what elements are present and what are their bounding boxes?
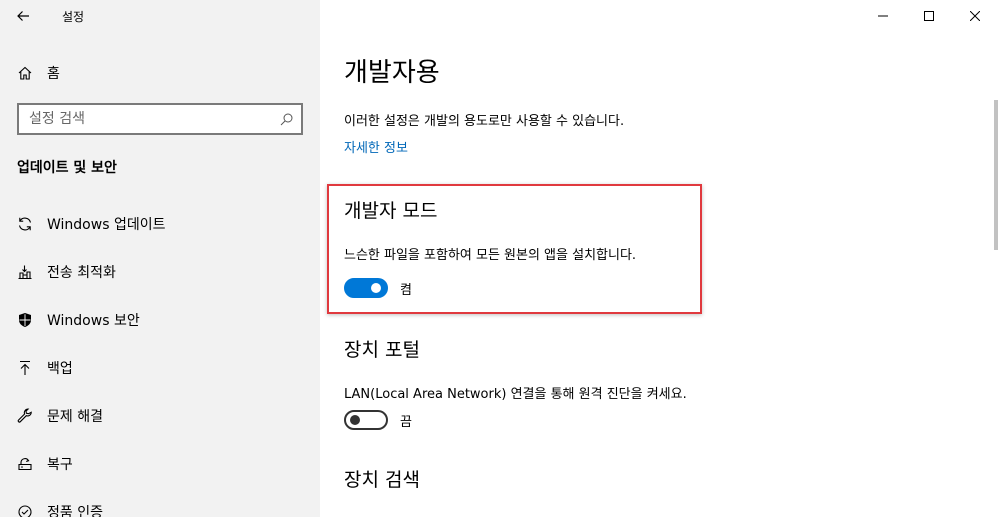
toggle-knob xyxy=(371,283,381,293)
maximize-icon xyxy=(924,11,934,21)
sidebar-item-label: 백업 xyxy=(47,361,73,377)
sidebar-item-delivery-optimization[interactable]: 전송 최적화 xyxy=(0,248,320,296)
app-title: 설정 xyxy=(62,9,85,24)
toggle-knob xyxy=(350,415,360,425)
device-discovery-title: 장치 검색 xyxy=(344,469,420,491)
activation-icon xyxy=(17,504,33,517)
scrollbar[interactable] xyxy=(994,100,998,250)
device-portal-title: 장치 포털 xyxy=(344,339,420,361)
home-icon xyxy=(17,65,33,81)
developer-mode-toggle-row: 켬 xyxy=(344,278,412,298)
section-title: 업데이트 및 보안 xyxy=(17,160,117,176)
more-info-link[interactable]: 자세한 정보 xyxy=(344,137,408,156)
search-input[interactable] xyxy=(19,111,271,127)
sidebar-item-label: Windows 보안 xyxy=(47,313,140,329)
backup-arrow-icon xyxy=(17,360,33,376)
main-panel: 개발자용 이러한 설정은 개발의 용도로만 사용할 수 있습니다. 자세한 정보… xyxy=(320,0,998,517)
titlebar-left: 설정 xyxy=(0,0,320,32)
recovery-icon xyxy=(17,456,33,472)
window-controls xyxy=(860,0,998,32)
close-icon xyxy=(970,11,980,21)
device-portal-toggle[interactable] xyxy=(344,410,388,430)
device-portal-state: 끔 xyxy=(400,414,412,430)
sidebar-nav-list: Windows 업데이트 전송 최적화 Windows 보안 백업 문제 해결 xyxy=(0,200,320,517)
sidebar-item-label: 정품 인증 xyxy=(47,505,103,517)
sidebar-item-label: 전송 최적화 xyxy=(47,265,116,281)
developer-mode-state: 켬 xyxy=(400,282,412,298)
wrench-icon xyxy=(17,408,33,424)
sidebar-item-recovery[interactable]: 복구 xyxy=(0,440,320,488)
sidebar-item-label: 문제 해결 xyxy=(47,409,103,425)
minimize-button[interactable] xyxy=(860,0,906,32)
shield-icon xyxy=(17,312,33,328)
minimize-icon xyxy=(878,15,888,17)
sidebar-item-label: Windows 업데이트 xyxy=(47,217,166,233)
developer-mode-title: 개발자 모드 xyxy=(344,200,438,222)
delivery-optimization-icon xyxy=(17,264,33,280)
search-box[interactable] xyxy=(17,103,303,135)
back-button[interactable] xyxy=(0,0,46,32)
sidebar-item-backup[interactable]: 백업 xyxy=(0,344,320,392)
close-button[interactable] xyxy=(952,0,998,32)
device-portal-description: LAN(Local Area Network) 연결을 통해 원격 진단을 켜세… xyxy=(344,387,687,402)
page-description: 이러한 설정은 개발의 용도로만 사용할 수 있습니다. xyxy=(344,114,625,129)
sync-icon xyxy=(17,216,33,232)
page-title: 개발자용 xyxy=(344,58,440,88)
device-portal-toggle-row: 끔 xyxy=(344,410,412,430)
sidebar: 설정 홈 업데이트 및 보안 Windows 업데이트 전송 최적화 xyxy=(0,0,320,517)
sidebar-item-windows-security[interactable]: Windows 보안 xyxy=(0,296,320,344)
back-arrow-icon xyxy=(17,11,29,21)
maximize-button[interactable] xyxy=(906,0,952,32)
search-icon[interactable] xyxy=(271,105,301,133)
developer-mode-description: 느슨한 파일을 포함하여 모든 원본의 앱을 설치합니다. xyxy=(344,248,637,263)
sidebar-item-activation[interactable]: 정품 인증 xyxy=(0,488,320,517)
sidebar-item-windows-update[interactable]: Windows 업데이트 xyxy=(0,200,320,248)
developer-mode-toggle[interactable] xyxy=(344,278,388,298)
home-nav-item[interactable]: 홈 xyxy=(0,56,320,90)
sidebar-item-troubleshoot[interactable]: 문제 해결 xyxy=(0,392,320,440)
home-label: 홈 xyxy=(47,66,60,82)
sidebar-item-label: 복구 xyxy=(47,457,73,473)
